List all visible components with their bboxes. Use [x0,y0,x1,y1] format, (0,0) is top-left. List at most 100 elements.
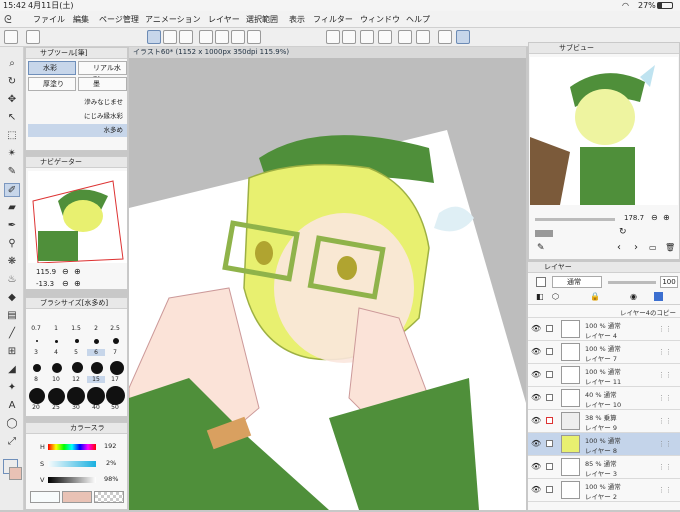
eraser-icon[interactable]: ▰ [4,201,20,215]
menu-filter[interactable]: フィルター [313,14,353,25]
selection-icon[interactable]: ⬚ [4,129,20,143]
menu-view[interactable]: 表示 [289,14,305,25]
blend-icon[interactable]: ♨ [4,273,20,287]
menu-layer[interactable]: レイヤー [208,14,240,25]
reset-icon[interactable]: ↻ [619,227,627,237]
brush-blend-item[interactable]: 滲みなじませ [28,96,127,109]
main-color-preview[interactable] [30,491,60,503]
lock-icon[interactable]: 🔒 [590,292,600,301]
brush-water-item[interactable]: 水多め [28,124,127,137]
layer-tab[interactable]: レイヤー [544,262,572,273]
pen-mode-icon[interactable] [147,30,161,44]
fill-icon[interactable] [342,30,356,44]
drag-handle-icon[interactable]: ⋮⋮ [658,394,672,402]
correction-icon[interactable]: ⤢ [4,435,20,449]
size-label[interactable]: 25 [47,404,65,411]
zoom-in-icon[interactable]: ⊕ [663,213,670,222]
eraser-mode-icon[interactable] [163,30,177,44]
ruler-tool-icon[interactable]: ◢ [4,363,20,377]
next-icon[interactable]: › [634,242,638,253]
visibility-eye-icon[interactable]: 👁 [531,485,541,494]
sparkle-icon[interactable]: ✦ [4,381,20,395]
layer-color-icon[interactable] [654,292,663,301]
magic-wand-icon[interactable]: ✴ [4,147,20,161]
reference-icon[interactable]: ⬡ [552,292,559,301]
subview-rotate-slider[interactable] [535,230,553,237]
drag-handle-icon[interactable]: ⋮⋮ [658,440,672,448]
drag-handle-icon[interactable]: ⋮⋮ [658,417,672,425]
open-file-icon[interactable] [215,30,229,44]
size-label[interactable]: 17 [106,376,124,383]
decoration-icon[interactable]: ❋ [4,255,20,269]
transparent-color-preview[interactable] [94,491,124,503]
crop-icon[interactable] [416,30,430,44]
zoom-icon[interactable]: ⌕ [4,57,20,71]
balloon-icon[interactable]: ◯ [4,417,20,431]
view-icon[interactable] [179,30,193,44]
layer-checkbox[interactable] [546,486,553,493]
subtool-real-watercolor[interactable]: リアル水彩 [78,61,127,84]
zoom-out-icon[interactable]: ⊖ [651,213,658,222]
rotate-right-icon[interactable]: ⊕ [74,279,81,288]
brush-icon[interactable]: ✐ [4,183,20,197]
rotate-left-icon[interactable]: ⊖ [62,279,69,288]
settings-icon[interactable] [4,30,18,44]
layer-row[interactable]: レイヤー4のコピー [528,305,680,318]
blend-mode-select[interactable]: 通常 [552,276,602,288]
clip-icon[interactable]: ◧ [536,292,544,301]
drag-handle-icon[interactable]: ⋮⋮ [658,325,672,333]
menu-edit[interactable]: 編集 [73,14,89,25]
size-label[interactable]: 40 [87,404,105,411]
zoom-out-icon[interactable]: ⊖ [62,267,69,276]
size-label[interactable]: 0.7 [27,325,45,332]
figure-icon[interactable]: ╱ [4,327,20,341]
visibility-eye-icon[interactable]: 👁 [531,347,541,356]
size-label[interactable]: 7 [106,349,124,356]
size-label[interactable]: 2.5 [106,325,124,332]
size-label[interactable]: 1.5 [67,325,85,332]
opacity-value[interactable]: 100 [660,276,678,288]
menu-window[interactable]: ウィンドウ [360,14,400,25]
sub-color-swatch[interactable] [9,467,22,480]
document-tab[interactable]: イラスト60* (1152 x 1000px 350dpi 115.9%) [129,47,526,58]
size-label[interactable]: 1 [47,325,65,332]
eyedropper-icon[interactable]: ✎ [4,165,20,179]
size-label[interactable]: 20 [27,404,45,411]
hue-slider[interactable] [48,444,96,450]
subview-image[interactable] [530,57,678,205]
frame-icon[interactable]: ⊞ [4,345,20,359]
mask-icon[interactable]: ◉ [630,292,637,301]
drag-handle-icon[interactable]: ⋮⋮ [658,463,672,471]
visibility-eye-icon[interactable]: 👁 [531,393,541,402]
move-icon[interactable]: ✥ [4,93,20,107]
subtool-ink[interactable]: 墨 [78,77,127,91]
layer-row[interactable]: 👁 38 % 乗算 レイヤー 9 ⋮⋮ [528,410,680,433]
layer-checkbox[interactable] [546,371,553,378]
gradient-icon[interactable]: ▤ [4,309,20,323]
visibility-eye-icon[interactable]: 👁 [531,462,541,471]
size-label[interactable]: 3 [27,349,45,356]
snap-icon[interactable] [456,30,470,44]
export-icon[interactable] [247,30,261,44]
size-label[interactable]: 6 [87,349,105,356]
layer-checkbox[interactable] [546,348,553,355]
navigator-preview[interactable] [28,171,127,263]
layer-row[interactable]: 👁 100 % 通常 レイヤー 2 ⋮⋮ [528,479,680,502]
visibility-eye-icon[interactable]: 👁 [531,324,541,333]
prev-icon[interactable]: ‹ [617,242,621,253]
size-label[interactable]: 50 [106,404,124,411]
new-file-icon[interactable] [199,30,213,44]
menu-help[interactable]: ヘルプ [406,14,430,25]
sub-color-preview[interactable] [62,491,92,503]
size-label[interactable]: 5 [67,349,85,356]
layer-checkbox[interactable] [546,440,553,447]
subtool-thick-paint[interactable]: 厚塗り [28,77,76,91]
size-label[interactable]: 10 [47,376,65,383]
fill-bucket-icon[interactable]: ◆ [4,291,20,305]
canvas-area[interactable] [128,58,526,511]
opacity-slider[interactable] [608,281,656,284]
value-slider[interactable] [48,477,96,483]
menu-page[interactable]: ページ管理 [99,14,139,25]
airbrush-icon[interactable]: ⚲ [4,237,20,251]
deselect-icon[interactable] [378,30,392,44]
